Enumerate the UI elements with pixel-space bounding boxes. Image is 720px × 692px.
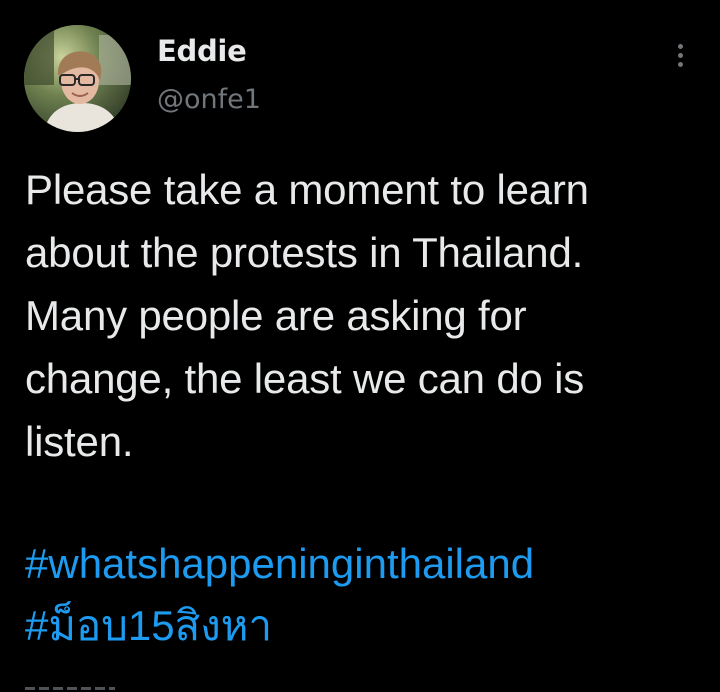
- truncated-content: [25, 684, 125, 692]
- tweet: Eddie @onfe1 Please take a moment to lea…: [0, 0, 720, 692]
- tweet-text-line: change, the least we can do is: [25, 355, 585, 402]
- profile-photo-icon: [24, 25, 131, 132]
- avatar[interactable]: [24, 25, 131, 132]
- hashtag-link[interactable]: #whatshappeninginthailand: [25, 533, 534, 595]
- hashtag-link[interactable]: #ม็อบ15สิงหา: [25, 595, 534, 657]
- more-options-button[interactable]: [664, 38, 696, 72]
- display-name[interactable]: Eddie: [157, 34, 247, 68]
- more-vertical-icon: [677, 52, 683, 58]
- tweet-text: Please take a moment to learn about the …: [25, 158, 715, 473]
- tweet-text-line: Many people are asking for: [25, 292, 527, 339]
- tweet-text-line: listen.: [25, 418, 134, 465]
- more-vertical-icon: [677, 43, 683, 49]
- hashtag-list: #whatshappeninginthailand #ม็อบ15สิงหา: [25, 533, 534, 657]
- tweet-text-line: about the protests in Thailand.: [25, 229, 584, 276]
- tweet-text-line: Please take a moment to learn: [25, 166, 589, 213]
- more-vertical-icon: [677, 61, 683, 67]
- user-handle[interactable]: @onfe1: [157, 84, 261, 115]
